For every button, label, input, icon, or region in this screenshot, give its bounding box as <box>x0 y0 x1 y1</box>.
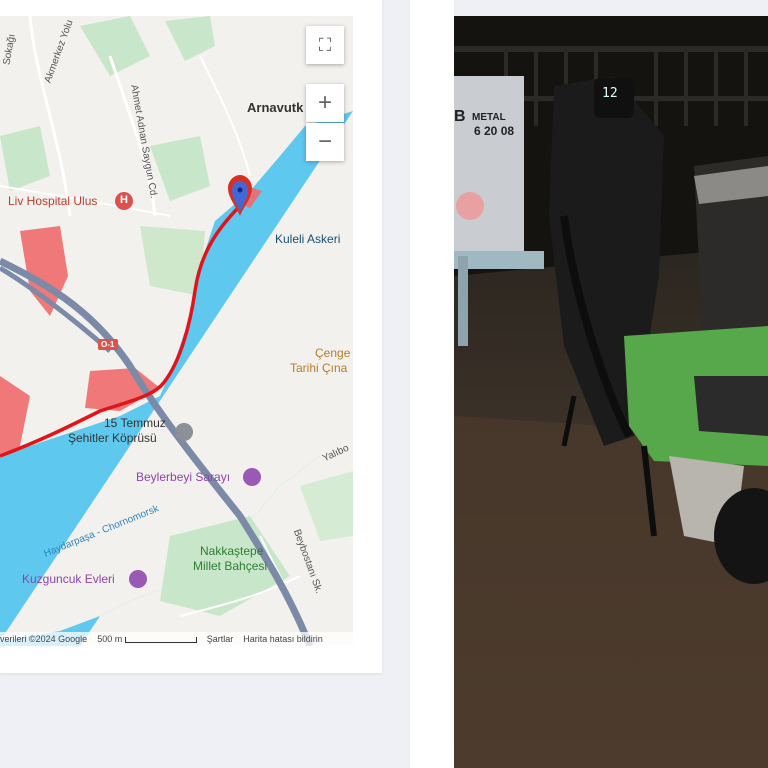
map-scale-label: 500 m <box>97 634 123 644</box>
label-kuleli: Kuleli Askeri <box>275 232 341 246</box>
route-map[interactable]: Sokağı Akmerkez Yolu Ahmet Adnan Saygun … <box>0 16 353 646</box>
label-cengel-1: Çenge <box>315 346 351 360</box>
zoom-in-button[interactable]: + <box>306 84 344 122</box>
label-beylerbeyi[interactable]: Beylerbeyi Sarayı <box>136 470 230 484</box>
sign-digit: B <box>454 108 466 125</box>
map-card: Sokağı Akmerkez Yolu Ahmet Adnan Saygun … <box>0 0 382 673</box>
label-bridge-2: Şehitler Köprüsü <box>68 431 157 445</box>
fullscreen-icon: ⛶ <box>318 34 332 55</box>
map-scale: 500 m <box>97 634 197 644</box>
map-data-credit: verileri ©2024 Google <box>0 634 88 644</box>
highway-shield: O-1 <box>101 340 115 349</box>
label-nakkastepe-1: Nakkaştepe <box>200 544 264 558</box>
label-arnavutkoy: Arnavutk <box>247 100 304 115</box>
sign-brand: METAL <box>472 112 506 123</box>
fullscreen-button[interactable]: ⛶ <box>306 26 344 64</box>
terms-link[interactable]: Şartlar <box>207 634 234 644</box>
label-liv-hospital[interactable]: Liv Hospital Ulus <box>8 194 97 208</box>
label-nakkastepe-2: Millet Bahçesi <box>193 559 268 573</box>
map-attribution: verileri ©2024 Google 500 m Şartlar Hari… <box>0 632 353 646</box>
scale-bar <box>124 636 197 643</box>
minus-icon: − <box>317 128 332 155</box>
scooter-display: 12 <box>602 86 618 101</box>
label-bridge-1: 15 Temmuz <box>104 416 166 430</box>
hospital-badge: H <box>120 194 128 206</box>
sign-phone: 6 20 08 <box>474 124 515 138</box>
plus-icon: + <box>317 89 332 116</box>
column-gutter <box>410 0 454 768</box>
scooter-photo: METAL 6 20 08 B 12 <box>454 16 768 768</box>
label-kuzguncuk[interactable]: Kuzguncuk Evleri <box>22 572 115 586</box>
label-cengel-2: Tarihi Çına <box>290 361 348 375</box>
report-map-error-link[interactable]: Harita hatası bildirin <box>243 634 323 644</box>
zoom-out-button[interactable]: − <box>306 123 344 161</box>
